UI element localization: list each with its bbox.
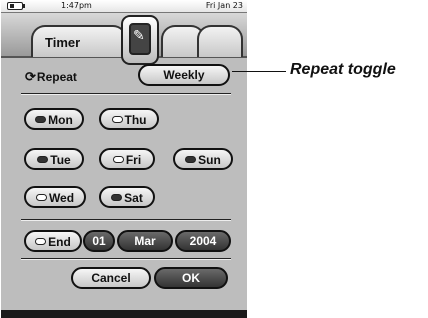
led-on-icon <box>37 156 49 164</box>
day-label: Thu <box>124 112 147 127</box>
day-button-wed[interactable]: Wed <box>24 186 86 208</box>
divider <box>21 93 231 95</box>
led-off-icon <box>111 116 123 124</box>
end-year-value: 2004 <box>189 234 217 248</box>
day-label: Tue <box>50 152 71 167</box>
led-on-icon <box>111 194 123 202</box>
day-button-thu[interactable]: Thu <box>99 108 159 130</box>
led-on-icon <box>185 156 197 164</box>
settings-tool-icon[interactable] <box>121 15 159 65</box>
end-day-value: 01 <box>92 234 106 248</box>
day-button-sat[interactable]: Sat <box>99 186 155 208</box>
end-year-field[interactable]: 2004 <box>175 230 231 252</box>
ok-label: OK <box>182 271 200 285</box>
divider <box>21 219 231 221</box>
repeat-mode-label: Weekly <box>163 68 205 82</box>
device-screen: 1:47pm Fri Jan 23 Timer ⟳Repeat Weekly M… <box>1 0 247 318</box>
clock-date: Fri Jan 23 <box>205 1 243 10</box>
end-toggle-button[interactable]: End <box>24 230 82 252</box>
led-off-icon <box>35 194 47 202</box>
repeat-mode-button[interactable]: Weekly <box>138 64 230 86</box>
end-month-field[interactable]: Mar <box>117 230 173 252</box>
repeat-arrows-icon: ⟳ <box>25 69 36 84</box>
cancel-label: Cancel <box>91 271 131 285</box>
led-off-icon <box>112 156 124 164</box>
repeat-label-text: Repeat <box>36 70 77 84</box>
led-off-icon <box>35 238 47 246</box>
day-label: Sun <box>198 152 221 167</box>
end-day-field[interactable]: 01 <box>83 230 115 252</box>
day-label: Sat <box>124 190 143 205</box>
tab-bar: Timer <box>1 13 247 65</box>
repeat-label: ⟳Repeat <box>25 69 77 85</box>
end-month-value: Mar <box>134 234 156 248</box>
end-label: End <box>48 234 71 249</box>
day-label: Wed <box>48 190 75 205</box>
clock-time: 1:47pm <box>61 1 92 10</box>
day-button-fri[interactable]: Fri <box>99 148 155 170</box>
status-bar: 1:47pm Fri Jan 23 <box>1 0 247 13</box>
tab-timer[interactable]: Timer <box>31 25 127 57</box>
day-label: Mon <box>48 112 73 127</box>
day-label: Fri <box>125 152 142 167</box>
day-button-tue[interactable]: Tue <box>24 148 84 170</box>
day-button-mon[interactable]: Mon <box>24 108 84 130</box>
divider <box>21 258 231 260</box>
battery-icon <box>7 2 25 10</box>
device-bottom-bar <box>1 310 247 318</box>
tab-timer-label: Timer <box>45 35 81 50</box>
cancel-button[interactable]: Cancel <box>71 267 151 289</box>
led-on-icon <box>35 116 47 124</box>
callout-label: Repeat toggle <box>290 61 396 78</box>
callout-line <box>232 71 286 72</box>
wrench-icon <box>129 23 151 55</box>
ok-button[interactable]: OK <box>154 267 228 289</box>
day-button-sun[interactable]: Sun <box>173 148 233 170</box>
tab-blank-2[interactable] <box>197 25 243 57</box>
